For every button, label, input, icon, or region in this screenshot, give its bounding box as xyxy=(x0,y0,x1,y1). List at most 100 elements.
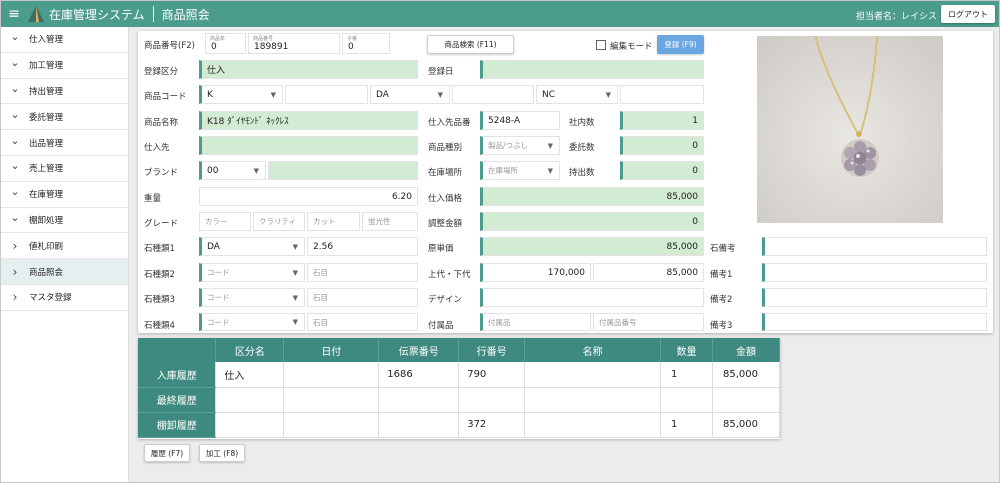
row-header: 棚卸履歴 xyxy=(138,412,217,438)
sidebar-item[interactable]: ⌄ 持出管理 xyxy=(1,79,128,105)
hamburger-icon[interactable]: ≡ xyxy=(1,6,27,22)
accessory-field[interactable]: 付属品 xyxy=(480,313,591,331)
edit-mode-checkbox[interactable] xyxy=(596,40,606,50)
brand-value: 00 xyxy=(207,165,219,176)
sidebar-item[interactable]: ⌄ 仕入管理 xyxy=(1,27,128,53)
out-field[interactable]: 0 xyxy=(620,161,704,180)
row-header: 最終履歴 xyxy=(138,387,217,413)
product-number-field[interactable]: 商品番号 189891 xyxy=(248,33,340,54)
product-sub-field[interactable]: 子番 0 xyxy=(342,33,390,54)
table-cell xyxy=(215,387,285,413)
table-row: 棚卸履歴 372 1 85,000 xyxy=(138,412,781,438)
stone3-weight-field[interactable]: 石目 xyxy=(307,288,418,307)
accessory-no-field[interactable]: 付属品番号 xyxy=(593,313,704,331)
process-button[interactable]: 加工 (F8) xyxy=(199,444,245,462)
dropdown-arrow-icon: ▼ xyxy=(437,90,443,99)
table-cell xyxy=(660,387,713,413)
note3-label: 備考3 xyxy=(710,321,733,331)
location-select[interactable]: 在庫場所 ▼ xyxy=(480,161,560,180)
stone4-label: 石種類4 xyxy=(144,321,175,331)
code-select-2[interactable]: DA ▼ xyxy=(370,85,450,104)
stone4-weight-field[interactable]: 石目 xyxy=(307,313,418,331)
code-select-1[interactable]: K ▼ xyxy=(199,85,283,104)
stone2-select[interactable]: コード ▼ xyxy=(199,263,305,282)
lower-price-field[interactable]: 85,000 xyxy=(593,263,704,282)
out-label: 持出数 xyxy=(569,168,595,178)
sidebar-item[interactable]: ⌄ 棚卸処理 xyxy=(1,208,128,234)
dropdown-arrow-icon: ▼ xyxy=(292,268,298,277)
grade-cut-field[interactable]: カット xyxy=(307,212,360,231)
consign-field[interactable]: 0 xyxy=(620,136,704,155)
purchase-price-field[interactable]: 85,000 xyxy=(480,187,704,206)
code-text-1[interactable] xyxy=(285,85,368,104)
product-form-card: 商品番号(F2) 商品年 0 商品番号 189891 子番 0 商品検索 (F11) … xyxy=(138,31,993,333)
user-name: 担当者名：レイシス xyxy=(855,12,937,22)
col-header: 伝票番号 xyxy=(378,338,460,362)
sidebar-item[interactable]: › マスタ登録 xyxy=(1,285,128,311)
in-house-label: 社内数 xyxy=(569,118,595,128)
code-select-3[interactable]: NC ▼ xyxy=(536,85,618,104)
history-button[interactable]: 履歴 (F7) xyxy=(144,444,190,462)
category-select[interactable]: 製品/つぶし ▼ xyxy=(480,136,560,155)
location-label: 在庫場所 xyxy=(428,168,463,178)
note2-label: 備考2 xyxy=(710,295,733,305)
sidebar-item-label: 加工管理 xyxy=(29,61,64,72)
product-search-button[interactable]: 商品検索 (F11) xyxy=(427,35,514,54)
category-placeholder: 製品/つぶし xyxy=(488,141,529,150)
adjust-field[interactable]: 0 xyxy=(480,212,704,231)
brand-select[interactable]: 00 ▼ xyxy=(199,161,266,180)
cost-field[interactable]: 85,000 xyxy=(480,237,704,256)
stone2-weight-field[interactable]: 石目 xyxy=(307,263,418,282)
sidebar-item[interactable]: › 値札印刷 xyxy=(1,233,128,260)
chevron-right-icon: › xyxy=(12,264,18,279)
upper-price-field[interactable]: 170,000 xyxy=(480,263,591,282)
stone4-select[interactable]: コード ▼ xyxy=(199,313,305,331)
logout-button[interactable]: ログアウト xyxy=(941,5,995,23)
purchase-price-label: 仕入価格 xyxy=(428,194,463,204)
stone1-value: DA xyxy=(207,241,220,252)
grade-clarity-field[interactable]: クラリティ xyxy=(253,212,305,231)
grade-fluorescence-field[interactable]: 蛍光性 xyxy=(362,212,418,231)
dropdown-arrow-icon: ▼ xyxy=(605,90,611,99)
sidebar-item[interactable]: ⌄ 出品管理 xyxy=(1,130,128,156)
sidebar-item[interactable]: ⌄ 加工管理 xyxy=(1,53,128,79)
brand-name-field[interactable] xyxy=(268,161,418,180)
sidebar-item[interactable]: › 商品照会 xyxy=(1,259,128,285)
sidebar: ⌄ 仕入管理 ⌄ 加工管理 ⌄ 持出管理 ⌄ 委託管理 ⌄ 出品管理 ⌄ 売上管理 ⌄ 在庫管理 ⌄ 棚卸処理… xyxy=(1,27,129,482)
triangle-logo-icon xyxy=(28,6,44,22)
sidebar-item[interactable]: ⌄ 在庫管理 xyxy=(1,182,128,208)
sidebar-item[interactable]: ⌄ 売上管理 xyxy=(1,156,128,182)
history-corner xyxy=(138,338,217,362)
reg-date-field[interactable] xyxy=(480,60,704,79)
reg-type-field[interactable]: 仕入 xyxy=(199,60,418,79)
history-header-row: 区分名 日付 伝票番号 行番号 名称 数量 金額 xyxy=(138,338,781,362)
register-button[interactable]: 登録 (F9) xyxy=(657,35,704,54)
stone1-label: 石種類1 xyxy=(144,244,175,254)
note2-field[interactable] xyxy=(762,288,987,307)
supplier-no-field[interactable]: 5248-A xyxy=(480,111,560,130)
weight-field[interactable]: 6.20 xyxy=(199,187,418,206)
table-cell: 790 xyxy=(458,362,526,388)
design-field[interactable] xyxy=(480,288,704,307)
stone3-select[interactable]: コード ▼ xyxy=(199,288,305,307)
upper-lower-label: 上代・下代 xyxy=(428,270,471,280)
accessory-label: 付属品 xyxy=(428,321,454,331)
table-cell: 1686 xyxy=(378,362,460,388)
note1-field[interactable] xyxy=(762,263,987,282)
dropdown-arrow-icon: ▼ xyxy=(547,166,553,175)
title-divider xyxy=(152,6,154,22)
in-house-field[interactable]: 1 xyxy=(620,111,704,130)
edit-mode-label: 編集モード xyxy=(610,42,653,52)
stone1-weight-field[interactable]: 2.56 xyxy=(307,237,418,256)
supplier-field[interactable] xyxy=(199,136,418,155)
note3-field[interactable] xyxy=(762,313,987,331)
stone-note-field[interactable] xyxy=(762,237,987,256)
product-year-field[interactable]: 商品年 0 xyxy=(205,33,246,54)
code-text-2[interactable] xyxy=(452,85,534,104)
stone1-select[interactable]: DA ▼ xyxy=(199,237,305,256)
name-field[interactable]: K18 ﾀﾞｲﾔﾓﾝﾄﾞ ﾈｯｸﾚｽ xyxy=(199,111,418,130)
grade-color-field[interactable]: カラー xyxy=(199,212,251,231)
grade-label: グレード xyxy=(144,219,179,229)
sidebar-item[interactable]: ⌄ 委託管理 xyxy=(1,104,128,131)
code-text-3[interactable] xyxy=(620,85,704,104)
